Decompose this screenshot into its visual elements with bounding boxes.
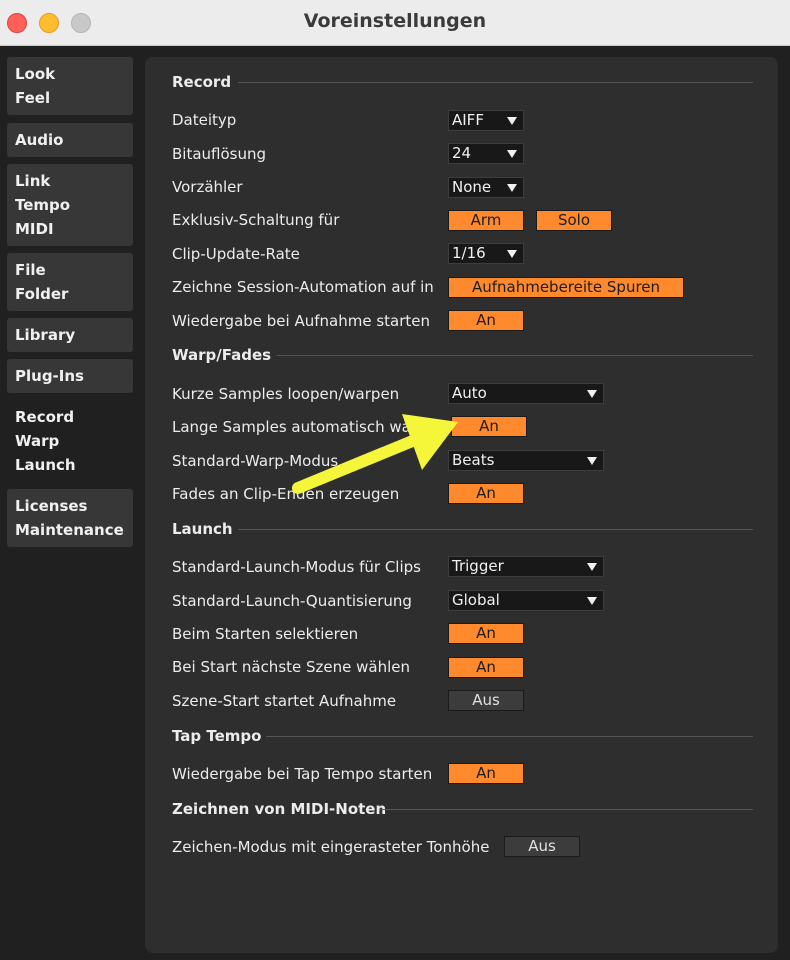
wiedergabe-tap-label: Wiedergabe bei Tap Tempo starten — [172, 765, 433, 783]
sidebar-item-label: Link — [15, 172, 51, 190]
vorzaehler-label: Vorzähler — [172, 178, 243, 196]
exklusiv-solo-toggle[interactable]: Solo — [536, 210, 612, 231]
section-divider — [277, 355, 753, 356]
wiedergabe-aufnahme-label: Wiedergabe bei Aufnahme starten — [172, 312, 431, 330]
vorzaehler-dropdown[interactable]: None — [448, 177, 524, 198]
beim-starten-label: Beim Starten selektieren — [172, 625, 359, 643]
dropdown-arrow-icon — [507, 184, 517, 192]
title-bar: Voreinstellungen — [0, 0, 790, 46]
sidebar-item-label: Launch — [15, 456, 76, 474]
dropdown-value: None — [452, 178, 492, 196]
clip-update-dropdown[interactable]: 1/16 — [448, 243, 524, 264]
dropdown-arrow-icon — [587, 563, 597, 571]
wiedergabe-aufnahme-toggle[interactable]: An — [448, 310, 524, 331]
dateityp-dropdown[interactable]: AIFF — [448, 110, 524, 131]
dropdown-arrow-icon — [587, 597, 597, 605]
szene-start-label: Szene-Start startet Aufnahme — [172, 692, 397, 710]
section-title-launch: Launch — [172, 520, 233, 538]
dropdown-value: AIFF — [452, 111, 484, 129]
dateityp-label: Dateityp — [172, 111, 237, 129]
annotation-arrow-icon — [292, 414, 458, 494]
naechste-szene-toggle[interactable]: An — [448, 657, 524, 678]
sidebar-item-label: Audio — [15, 131, 64, 149]
zeichen-modus-label: Zeichen-Modus mit eingerasteter Tonhöhe — [172, 838, 490, 856]
sidebar-item-record-warp-launch[interactable]: Record Warp Launch — [7, 400, 133, 482]
sidebar-item-label: Look — [15, 65, 56, 83]
window-title: Voreinstellungen — [303, 10, 487, 32]
sidebar-item-licenses-maintenance[interactable]: Licenses Maintenance — [7, 489, 133, 547]
bitaufloesung-label: Bitauflösung — [172, 145, 267, 163]
sidebar-item-label: Feel — [15, 89, 51, 107]
section-title-warp-fades: Warp/Fades — [172, 346, 272, 364]
dropdown-arrow-icon — [587, 390, 597, 398]
beim-starten-toggle[interactable]: An — [448, 623, 524, 644]
dropdown-value: Trigger — [452, 557, 504, 575]
clip-update-label: Clip-Update-Rate — [172, 245, 300, 263]
quantisierung-dropdown[interactable]: Global — [448, 590, 604, 611]
session-automation-button[interactable]: Aufnahmebereite Spuren — [448, 277, 684, 298]
dropdown-arrow-icon — [507, 150, 517, 158]
sidebar-item-audio[interactable]: Audio — [7, 123, 133, 157]
sidebar-item-link-tempo-midi[interactable]: Link Tempo MIDI — [7, 164, 133, 246]
launch-modus-label: Standard-Launch-Modus für Clips — [172, 558, 421, 576]
session-automation-label: Zeichne Session-Automation auf in — [172, 278, 434, 296]
sidebar-item-look-feel[interactable]: Look Feel — [7, 57, 133, 115]
dropdown-value: 1/16 — [452, 244, 486, 262]
exklusiv-arm-toggle[interactable]: Arm — [448, 210, 524, 231]
sidebar-item-label: Plug-Ins — [15, 367, 84, 385]
sidebar-item-label: Record — [15, 408, 75, 426]
zeichen-modus-toggle[interactable]: Aus — [504, 836, 580, 857]
sidebar-item-label: Maintenance — [15, 521, 124, 539]
section-divider — [266, 736, 753, 737]
bitaufloesung-dropdown[interactable]: 24 — [448, 143, 524, 164]
section-divider — [238, 82, 753, 83]
exklusiv-label: Exklusiv-Schaltung für — [172, 211, 340, 229]
sidebar-item-label: File — [15, 261, 46, 279]
section-divider — [238, 529, 753, 530]
sidebar-item-label: MIDI — [15, 220, 54, 238]
sidebar-item-file-folder[interactable]: File Folder — [7, 253, 133, 311]
sidebar-item-plug-ins[interactable]: Plug-Ins — [7, 359, 133, 393]
dropdown-arrow-icon — [587, 457, 597, 465]
sidebar-item-library[interactable]: Library — [7, 318, 133, 352]
dropdown-arrow-icon — [507, 250, 517, 258]
sidebar-item-label: Licenses — [15, 497, 88, 515]
szene-start-toggle[interactable]: Aus — [448, 690, 524, 711]
dropdown-value: Global — [452, 591, 500, 609]
dropdown-arrow-icon — [507, 117, 517, 125]
dropdown-value: 24 — [452, 144, 472, 162]
sidebar-item-label: Tempo — [15, 196, 71, 214]
sidebar-item-label: Folder — [15, 285, 69, 303]
sidebar-item-label: Library — [15, 326, 76, 344]
section-title-midi-noten: Zeichnen von MIDI-Noten — [172, 800, 387, 818]
section-divider — [380, 809, 753, 810]
quantisierung-label: Standard-Launch-Quantisierung — [172, 592, 412, 610]
sidebar: Look Feel Audio Link Tempo MIDI File Fol… — [0, 46, 140, 960]
wiedergabe-tap-toggle[interactable]: An — [448, 763, 524, 784]
sidebar-item-label: Warp — [15, 432, 60, 450]
section-title-tap-tempo: Tap Tempo — [172, 727, 262, 745]
section-title-record: Record — [172, 73, 232, 91]
naechste-szene-label: Bei Start nächste Szene wählen — [172, 658, 411, 676]
launch-modus-dropdown[interactable]: Trigger — [448, 556, 604, 577]
